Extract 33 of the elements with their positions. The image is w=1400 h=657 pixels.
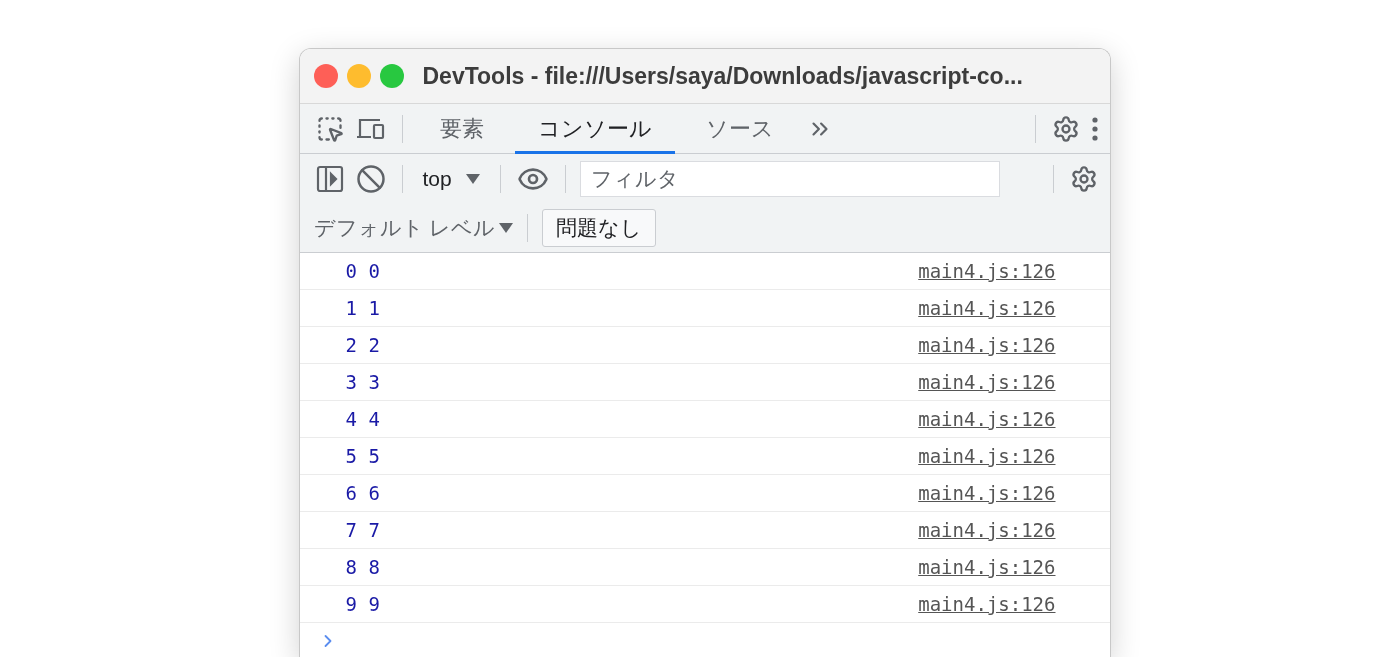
source-link[interactable]: main4.js:126 — [918, 556, 1056, 578]
source-link[interactable]: main4.js:126 — [918, 593, 1056, 615]
caret-icon — [465, 174, 480, 184]
source-link[interactable]: main4.js:126 — [918, 408, 1056, 430]
source-link[interactable]: main4.js:126 — [918, 297, 1056, 319]
console-message: 9 9 — [345, 593, 380, 615]
log-levels-dropdown[interactable]: デフォルト レベル — [313, 214, 514, 242]
source-link[interactable]: main4.js:126 — [918, 334, 1056, 356]
console-message: 2 2 — [345, 334, 380, 356]
menu-icon — [1091, 116, 1098, 141]
issues-button[interactable]: 問題なし — [542, 209, 657, 247]
source-link[interactable]: main4.js:126 — [918, 445, 1056, 467]
console-message: 4 4 — [345, 408, 380, 430]
source-link[interactable]: main4.js:126 — [918, 519, 1056, 541]
console-message: 1 1 — [345, 297, 380, 319]
filter-field[interactable]: フィルタ — [579, 161, 1000, 197]
context-dropdown[interactable]: top — [416, 167, 486, 191]
panel-tab[interactable]: 要素 — [416, 103, 507, 154]
window-title: DevTools - file:///Users/saya/Downloads/javascript-co... — [422, 62, 1023, 90]
caret-icon — [499, 223, 514, 233]
console-message: 8 8 — [345, 556, 380, 578]
menu-button[interactable] — [1089, 114, 1100, 143]
console-message: 0 0 — [345, 260, 380, 282]
close-button[interactable] — [313, 64, 338, 88]
sidebar-toggle-icon — [315, 165, 344, 193]
console-message: 5 5 — [345, 445, 380, 467]
console-message: 3 3 — [345, 371, 380, 393]
panel-tab[interactable]: ソース — [682, 103, 797, 154]
source-link[interactable]: main4.js:126 — [918, 482, 1056, 504]
source-link[interactable]: main4.js:126 — [918, 371, 1056, 393]
console-message: 6 6 — [345, 482, 380, 504]
source-link[interactable]: main4.js:126 — [918, 260, 1056, 282]
console-message: 7 7 — [345, 519, 380, 541]
